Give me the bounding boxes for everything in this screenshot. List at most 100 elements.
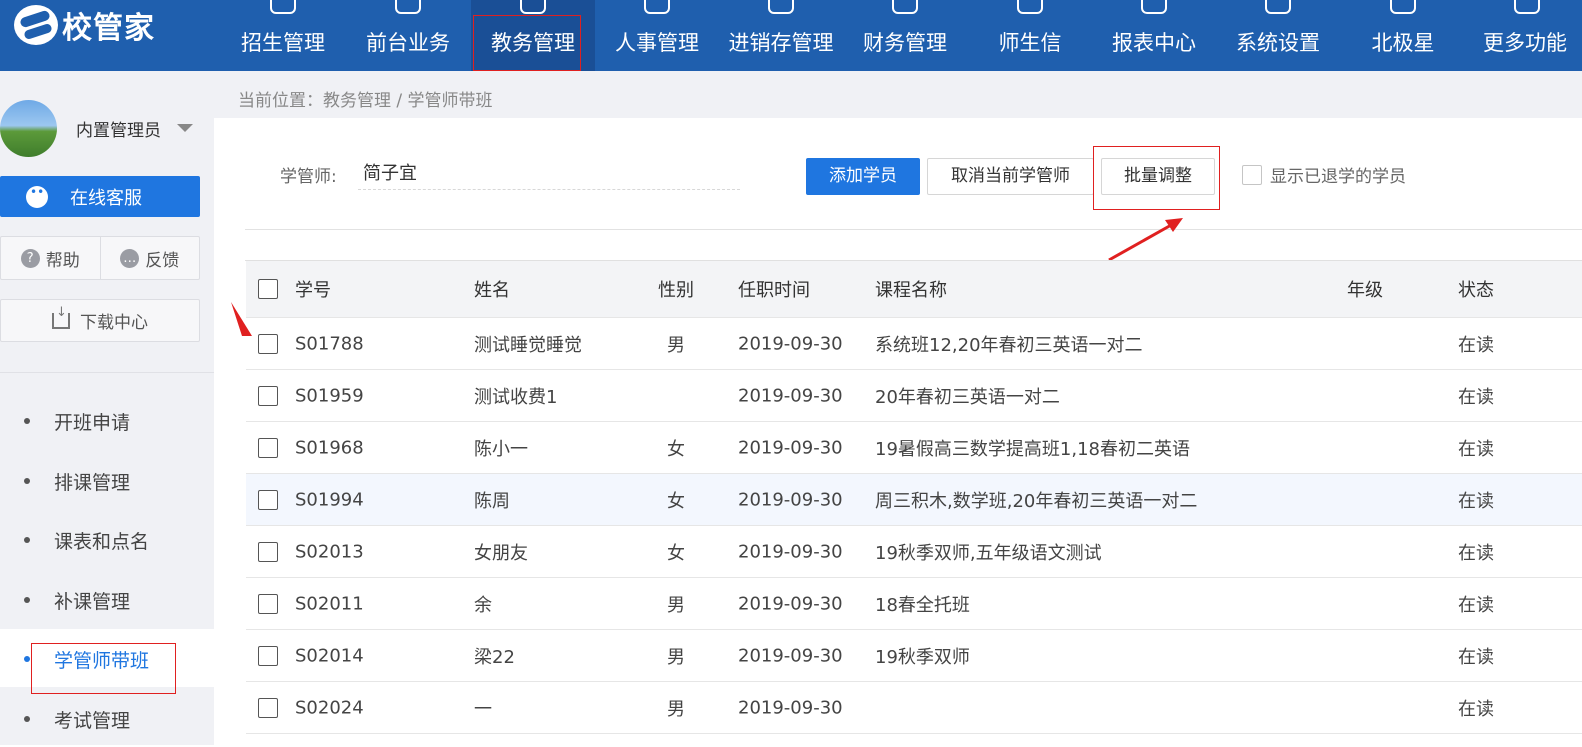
inbox-arrow-icon (768, 0, 794, 14)
logo-text: 校管家 (62, 11, 155, 46)
nav-label: 进销存管理 (728, 31, 834, 55)
cell-date: 2019-09-30 (738, 697, 843, 718)
select-all-checkbox[interactable] (258, 279, 278, 299)
sidebar-item-label: 课表和点名 (54, 531, 150, 553)
nav-item-messaging[interactable]: 师生信 (968, 0, 1092, 71)
nav-item-hr[interactable]: 人事管理 (595, 0, 719, 71)
cell-course: 系统班12,20年春初三英语一对二 (875, 334, 1143, 356)
top-navigation-bar: 校管家 招生管理 前台业务 教务管理 人事管理 进销存管理 财务管理 师生信 报… (0, 0, 1582, 71)
show-withdrawn-toggle[interactable]: 显示已退学的学员 (1242, 162, 1406, 187)
sidebar-item-class-application[interactable]: 开班申请 (0, 391, 214, 449)
sidebar-item-scheduling[interactable]: 排课管理 (0, 451, 214, 509)
cancel-tutor-button[interactable]: 取消当前学管师 (927, 158, 1094, 195)
chat-icon (1017, 0, 1043, 14)
header-grade[interactable]: 年级 (1347, 276, 1383, 302)
help-button[interactable]: ? 帮助 (1, 237, 100, 279)
sidebar-item-timetable-rollcall[interactable]: 课表和点名 (0, 510, 214, 568)
tutor-field[interactable]: 简子宜 (358, 160, 740, 190)
cell-name: 测试睡觉睡觉 (474, 334, 582, 356)
table-header-row: 学号 姓名 性别 任职时间 课程名称 年级 状态 (246, 261, 1582, 318)
row-checkbox[interactable] (258, 593, 278, 614)
cell-gender: 女 (667, 542, 685, 564)
cell-name: 女朋友 (474, 542, 528, 564)
header-student-no[interactable]: 学号 (295, 276, 331, 302)
row-checkbox[interactable] (258, 489, 278, 510)
nav-label: 师生信 (998, 31, 1062, 55)
feedback-button[interactable]: … 反馈 (99, 237, 200, 279)
cell-student-no: S01788 (295, 333, 364, 354)
row-checkbox[interactable] (258, 541, 278, 562)
row-checkbox[interactable] (258, 437, 278, 458)
cell-gender: 男 (667, 594, 685, 616)
logo-mark-icon (14, 5, 58, 45)
table-row[interactable]: S01968 陈小一 女 2019-09-30 19暑假高三数学提高班1,18春… (246, 422, 1582, 474)
annotation-highlight-box (473, 15, 581, 71)
tutor-label: 学管师: (280, 167, 337, 187)
show-withdrawn-checkbox[interactable] (1242, 164, 1262, 185)
nav-label: 人事管理 (615, 31, 699, 55)
table-row[interactable]: S01788 测试睡觉睡觉 男 2019-09-30 系统班12,20年春初三英… (246, 318, 1582, 370)
header-status[interactable]: 状态 (1458, 276, 1494, 302)
row-checkbox[interactable] (258, 385, 278, 406)
nav-item-academic[interactable]: 教务管理 (471, 0, 595, 71)
nav-item-settings[interactable]: 系统设置 (1216, 0, 1340, 71)
sidebar-item-exam[interactable]: 考试管理 (0, 689, 214, 747)
header-date[interactable]: 任职时间 (738, 276, 810, 302)
show-withdrawn-label: 显示已退学的学员 (1270, 167, 1406, 187)
cell-date: 2019-09-30 (738, 385, 843, 406)
annotation-arrow-icon (1108, 218, 1183, 262)
cell-student-no: S01959 (295, 385, 364, 406)
avatar[interactable] (0, 100, 57, 157)
sidebar-item-makeup-class[interactable]: 补课管理 (0, 570, 214, 628)
row-checkbox[interactable] (258, 333, 278, 354)
header-gender[interactable]: 性别 (658, 276, 694, 302)
chevron-down-icon[interactable] (177, 124, 193, 132)
row-checkbox[interactable] (258, 697, 278, 718)
cell-student-no: S02014 (295, 645, 364, 666)
table-row[interactable]: S02014 梁22 男 2019-09-30 19秋季双师 在读 (246, 630, 1582, 682)
cell-student-no: S02013 (295, 541, 364, 562)
breadcrumb: 当前位置：教务管理 / 学管师带班 (238, 91, 493, 111)
online-service-button[interactable]: 在线客服 (0, 176, 200, 217)
download-center-button[interactable]: 下载中心 (0, 299, 200, 342)
header-course[interactable]: 课程名称 (875, 276, 947, 302)
online-service-label: 在线客服 (70, 187, 142, 209)
table-row[interactable]: S01994 陈周 女 2019-09-30 周三积木,数学班,20年春初三英语… (246, 474, 1582, 526)
cell-status: 在读 (1458, 542, 1494, 564)
chart-icon (1141, 0, 1167, 14)
nav-item-inventory[interactable]: 进销存管理 (719, 0, 843, 71)
question-icon: ? (20, 248, 40, 268)
nav-item-front-desk[interactable]: 前台业务 (346, 0, 470, 71)
star-icon (1390, 0, 1416, 14)
sidebar-item-label: 开班申请 (54, 412, 131, 434)
app-logo[interactable]: 校管家 (14, 4, 155, 46)
bullet-dot (24, 478, 30, 484)
breadcrumb-bar: 当前位置：教务管理 / 学管师带班 (214, 71, 1582, 118)
cell-date: 2019-09-30 (738, 593, 843, 614)
nav-item-more[interactable]: 更多功能 (1465, 0, 1582, 71)
add-student-button[interactable]: 添加学员 (806, 158, 920, 195)
cell-status: 在读 (1458, 490, 1494, 512)
annotation-highlight-box (31, 643, 176, 694)
nav-item-enrollment[interactable]: 招生管理 (221, 0, 345, 71)
nav-item-reports[interactable]: 报表中心 (1092, 0, 1216, 71)
feedback-label: 反馈 (145, 250, 180, 271)
admin-name[interactable]: 内置管理员 (76, 116, 161, 141)
sidebar: 内置管理员 在线客服 ? 帮助 … 反馈 下载中心 开班申请 排课管理 课表和点… (0, 71, 214, 745)
row-checkbox[interactable] (258, 645, 278, 666)
nav-item-finance[interactable]: 财务管理 (843, 0, 967, 71)
sidebar-item-label: 考试管理 (54, 710, 131, 732)
download-icon (52, 305, 70, 329)
table-row[interactable]: S01959 测试收费1 2019-09-30 20年春初三英语一对二 在读 (246, 370, 1582, 422)
cell-date: 2019-09-30 (738, 333, 843, 354)
header-name[interactable]: 姓名 (474, 276, 510, 302)
cell-course: 19秋季双师,五年级语文测试 (875, 542, 1102, 564)
table-row[interactable]: S02011 余 男 2019-09-30 18春全托班 在读 (246, 578, 1582, 630)
cell-student-no: S02024 (295, 697, 364, 718)
nav-label: 更多功能 (1483, 31, 1567, 55)
table-row[interactable]: S02024 一 男 2019-09-30 在读 (246, 682, 1582, 734)
cell-gender: 男 (667, 698, 685, 720)
table-row[interactable]: S02013 女朋友 女 2019-09-30 19秋季双师,五年级语文测试 在… (246, 526, 1582, 578)
nav-item-polaris[interactable]: 北极星 (1341, 0, 1465, 71)
help-label: 帮助 (45, 250, 80, 271)
